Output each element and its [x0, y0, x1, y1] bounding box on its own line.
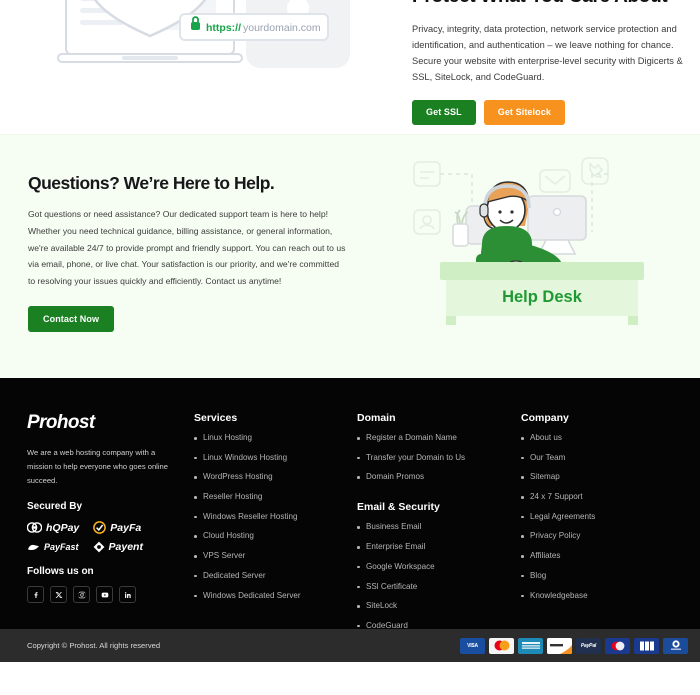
list-item[interactable]: VPS Server	[194, 552, 354, 560]
ssl-promo-section: https:// yourdomain.com Protect What You…	[0, 0, 700, 134]
payfast-mark-icon	[28, 544, 39, 550]
ssl-copy-block: Protect What You Care About Privacy, int…	[412, 0, 684, 125]
list-item[interactable]: About us	[521, 433, 686, 442]
laptop-shield-lock-illustration: https:// yourdomain.com	[18, 0, 378, 120]
domain-list: Register a Domain Name Transfer your Dom…	[357, 433, 517, 481]
instagram-icon[interactable]	[73, 586, 90, 604]
footer-brand-column: Prohost We are a web hosting company wit…	[27, 412, 182, 604]
payfa-check-icon	[93, 521, 107, 534]
list-item[interactable]: Reseller Hosting	[194, 492, 354, 501]
company-heading: Company	[521, 412, 569, 424]
list-item[interactable]: SiteLock	[357, 602, 517, 610]
payent-logo: Payent	[93, 541, 143, 553]
copyright-text: Copyright © Prohost. All rights reserved	[27, 641, 161, 650]
help-desk-label: Help Desk	[502, 288, 583, 306]
footer-column-domain: Domain Register a Domain Name Transfer y…	[357, 412, 517, 642]
footer-description: We are a web hosting company with a miss…	[27, 448, 168, 486]
x-twitter-icon[interactable]	[50, 586, 67, 604]
get-sitelock-button[interactable]: Get Sitelock	[483, 99, 565, 125]
list-item[interactable]: Transfer your Domain to Us	[357, 453, 517, 462]
footer-bottom-bar: Copyright © Prohost. All rights reserved…	[0, 629, 700, 662]
list-item[interactable]: Register a Domain Name	[357, 433, 517, 442]
ssl-heading: Protect What You Care About	[412, 0, 684, 9]
payfast-label: PayFast	[44, 542, 79, 553]
secured-by-logos: hQPay PayFa PayFast Payent	[27, 521, 177, 553]
help-paragraph: Got questions or need assistance? Our de…	[28, 209, 346, 286]
list-item[interactable]: SSl Certificate	[357, 582, 517, 591]
list-item[interactable]: Business Email	[357, 523, 517, 531]
list-item[interactable]: Blog	[521, 571, 686, 580]
ssl-button-group: Get SSL Get Sitelock	[412, 99, 684, 125]
services-heading: Services	[194, 412, 238, 424]
domain-heading: Domain	[357, 412, 396, 424]
youtube-icon[interactable]	[96, 586, 113, 604]
social-links	[27, 586, 182, 604]
list-item[interactable]: Dedicated Server	[194, 571, 354, 580]
list-item[interactable]: Enterprise Email	[357, 543, 517, 551]
list-item[interactable]: Our Team	[521, 453, 686, 462]
footer-column-company: Company About us Our Team Sitemap 24 x 7…	[521, 412, 686, 611]
diners-club-icon	[663, 637, 688, 654]
svg-text:yourdomain.com: yourdomain.com	[243, 22, 321, 34]
list-item[interactable]: Domain Promos	[357, 473, 517, 481]
hqpay-label: hQPay	[46, 521, 80, 534]
list-item[interactable]: Linux Windows Hosting	[194, 453, 354, 462]
list-item[interactable]: Linux Hosting	[194, 433, 354, 442]
payment-method-icons: VISA PayPal	[460, 637, 688, 654]
company-list: About us Our Team Sitemap 24 x 7 Support…	[521, 433, 686, 600]
prohost-logo[interactable]: Prohost	[27, 412, 182, 434]
linkedin-icon[interactable]	[119, 586, 136, 604]
footer-column-services: Services Linux Hosting Linux Windows Hos…	[194, 412, 354, 611]
payfa-label: PayFa	[110, 521, 142, 534]
payfast-logo: PayFast	[27, 541, 79, 553]
site-footer: Prohost We are a web hosting company wit…	[0, 378, 700, 662]
mastercard-icon	[489, 637, 514, 654]
list-item[interactable]: 24 x 7 Support	[521, 492, 686, 501]
visa-icon: VISA	[460, 637, 485, 654]
payent-diamond-icon	[93, 541, 104, 553]
help-desk-agent-illustration: Help Desk	[400, 150, 685, 325]
list-item[interactable]: Sitemap	[521, 473, 686, 481]
svg-text:https://: https://	[206, 22, 241, 34]
follow-us-heading: Follows us on	[27, 566, 94, 578]
email-security-heading: Email & Security	[357, 501, 440, 514]
services-list: Linux Hosting Linux Windows Hosting Word…	[194, 433, 354, 600]
list-item[interactable]: Affiliates	[521, 552, 686, 560]
amex-icon	[518, 637, 543, 654]
list-item[interactable]: Windows Dedicated Server	[194, 591, 354, 600]
help-button-group: Contact Now	[28, 305, 348, 332]
discover-icon	[547, 637, 572, 654]
ssl-paragraph: Privacy, integrity, data protection, net…	[412, 23, 683, 82]
list-item[interactable]: Legal Agreements	[521, 512, 686, 521]
get-ssl-button[interactable]: Get SSL	[412, 99, 476, 125]
list-item[interactable]: Windows Reseller Hosting	[194, 512, 354, 521]
maestro-icon	[605, 637, 630, 654]
hqpay-mark-icon	[27, 522, 42, 533]
help-heading: Questions? We’re Here to Help.	[28, 173, 275, 193]
hqpay-logo: hQPay	[27, 521, 79, 534]
secured-by-heading: Secured By	[27, 501, 83, 513]
list-item[interactable]: Privacy Policy	[521, 532, 686, 540]
email-security-list: Business Email Enterprise Email Google W…	[357, 523, 517, 630]
list-item[interactable]: Cloud Hosting	[194, 532, 354, 540]
jcb-icon	[634, 637, 659, 654]
paypal-icon: PayPal	[576, 637, 601, 654]
help-section: Questions? We’re Here to Help. Got quest…	[0, 134, 700, 378]
list-item[interactable]: WordPress Hosting	[194, 473, 354, 481]
help-copy-block: Questions? We’re Here to Help. Got quest…	[28, 173, 348, 332]
payfa-logo: PayFa	[93, 521, 141, 534]
payent-label: Payent	[108, 541, 143, 554]
facebook-icon[interactable]	[27, 586, 44, 604]
list-item[interactable]: Knowledgebase	[521, 591, 686, 600]
contact-now-button[interactable]: Contact Now	[28, 305, 115, 332]
list-item[interactable]: Google Workspace	[357, 562, 517, 571]
